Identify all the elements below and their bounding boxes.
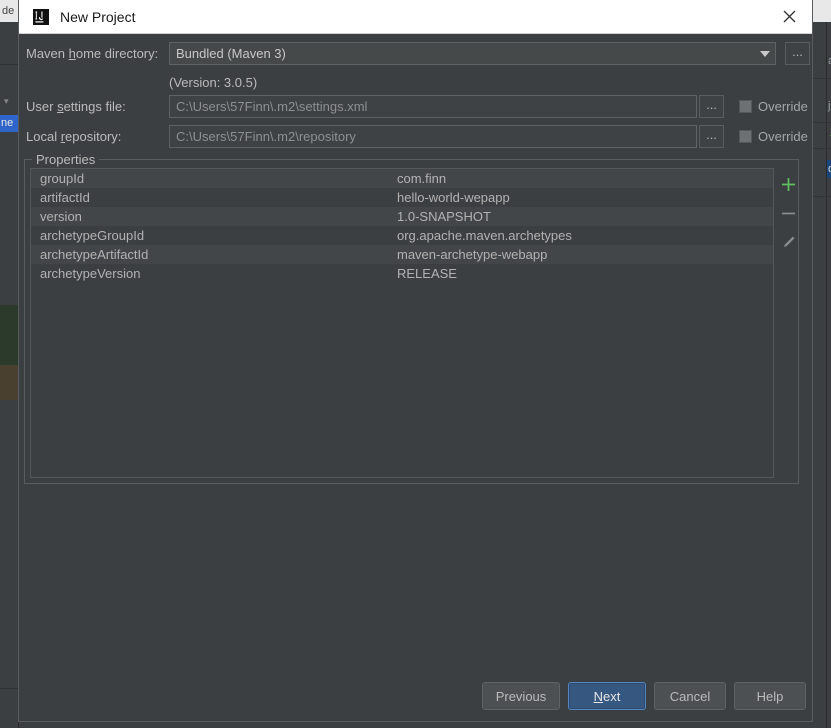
local-repository-override-label[interactable]: Override bbox=[758, 129, 808, 144]
property-key: archetypeArtifactId bbox=[40, 247, 149, 262]
ide-left-green-band bbox=[0, 305, 18, 365]
close-button[interactable] bbox=[766, 0, 812, 33]
ide-right-divider bbox=[826, 22, 827, 728]
chevron-down-icon bbox=[760, 50, 770, 57]
local-repository-browse-button[interactable]: ... bbox=[699, 125, 724, 148]
property-value: com.finn bbox=[397, 171, 447, 186]
ide-left-brown-band bbox=[0, 365, 18, 400]
property-value: org.apache.maven.archetypes bbox=[397, 228, 572, 243]
maven-version-note: (Version: 3.0.5) bbox=[169, 75, 258, 90]
property-value: hello-world-wepapp bbox=[397, 190, 510, 205]
ide-right-line-2 bbox=[812, 122, 831, 123]
ide-right-line-4 bbox=[812, 196, 831, 197]
properties-group-title: Properties bbox=[32, 152, 100, 167]
user-settings-browse-button[interactable]: ... bbox=[699, 95, 724, 118]
table-row[interactable]: artifactId hello-world-wepapp bbox=[31, 188, 773, 207]
properties-table-toolbar bbox=[776, 170, 800, 257]
ide-right-text-fragment-1: a bbox=[827, 55, 831, 67]
property-value: maven-archetype-webapp bbox=[397, 247, 548, 262]
previous-button[interactable]: Previous bbox=[482, 682, 560, 710]
user-settings-override-checkbox[interactable] bbox=[739, 100, 752, 113]
table-row[interactable]: archetypeVersion RELEASE bbox=[31, 264, 773, 283]
property-key: groupId bbox=[40, 171, 85, 186]
property-value: 1.0-SNAPSHOT bbox=[397, 209, 491, 224]
dialog-content: Maven home directory: Bundled (Maven 3) … bbox=[19, 34, 812, 722]
remove-property-button[interactable] bbox=[776, 199, 800, 228]
maven-home-label: Maven home directory: bbox=[26, 46, 159, 61]
property-value: RELEASE bbox=[397, 266, 457, 281]
intellij-idea-icon bbox=[33, 8, 49, 25]
ide-right-sliver: a je o bbox=[812, 0, 831, 728]
local-repository-input[interactable]: C:\Users\57Finn\.m2\repository bbox=[169, 125, 697, 148]
local-repository-label: Local repository: bbox=[26, 129, 122, 144]
add-property-button[interactable] bbox=[776, 170, 800, 199]
maven-home-input[interactable]: Bundled (Maven 3) bbox=[169, 42, 774, 65]
property-key: version bbox=[40, 209, 82, 224]
property-key: archetypeGroupId bbox=[40, 228, 145, 243]
ide-right-selected-row: o bbox=[827, 160, 831, 178]
table-row[interactable]: archetypeArtifactId maven-archetype-webap… bbox=[31, 245, 773, 264]
ide-right-titlebar-fragment bbox=[812, 0, 831, 22]
close-icon bbox=[783, 10, 795, 23]
ide-right-line-1 bbox=[812, 78, 831, 79]
ide-left-sliver: de ▾ ne bbox=[0, 0, 19, 728]
plus-icon bbox=[781, 178, 795, 191]
property-key: artifactId bbox=[40, 190, 90, 205]
chevron-down-icon: ▾ bbox=[4, 96, 9, 106]
properties-table[interactable]: groupId com.finn artifactId hello-world-wep… bbox=[30, 168, 774, 478]
user-settings-label: User settings file: bbox=[26, 99, 126, 114]
user-settings-override-label[interactable]: Override bbox=[758, 99, 808, 114]
ide-left-divider bbox=[0, 64, 18, 65]
dialog-title: New Project bbox=[60, 8, 136, 25]
edit-property-button[interactable] bbox=[776, 228, 800, 257]
maven-home-browse-button[interactable]: ... bbox=[785, 42, 810, 65]
new-project-dialog: New Project Maven home directory: Bundle… bbox=[18, 0, 813, 722]
help-button[interactable]: Help bbox=[734, 682, 806, 710]
property-key: archetypeVersion bbox=[40, 266, 141, 281]
local-repository-override-checkbox[interactable] bbox=[739, 130, 752, 143]
maven-home-dropdown-button[interactable] bbox=[755, 42, 776, 65]
ide-right-line-3 bbox=[812, 148, 831, 149]
dialog-titlebar: New Project bbox=[19, 0, 812, 34]
ide-left-divider-bottom bbox=[0, 688, 18, 689]
user-settings-input[interactable]: C:\Users\57Finn\.m2\settings.xml bbox=[169, 95, 697, 118]
ide-left-menu-fragment: de bbox=[0, 0, 18, 22]
ide-right-text-fragment-2: je bbox=[828, 100, 831, 112]
table-row[interactable]: groupId com.finn bbox=[31, 169, 773, 188]
next-button[interactable]: Next bbox=[568, 682, 646, 710]
table-row[interactable]: version 1.0-SNAPSHOT bbox=[31, 207, 773, 226]
table-row[interactable]: archetypeGroupId org.apache.maven.archety… bbox=[31, 226, 773, 245]
cancel-button[interactable]: Cancel bbox=[654, 682, 726, 710]
ide-left-selected-row: ne bbox=[0, 115, 18, 132]
minus-icon bbox=[781, 212, 795, 215]
pencil-icon bbox=[783, 236, 794, 247]
